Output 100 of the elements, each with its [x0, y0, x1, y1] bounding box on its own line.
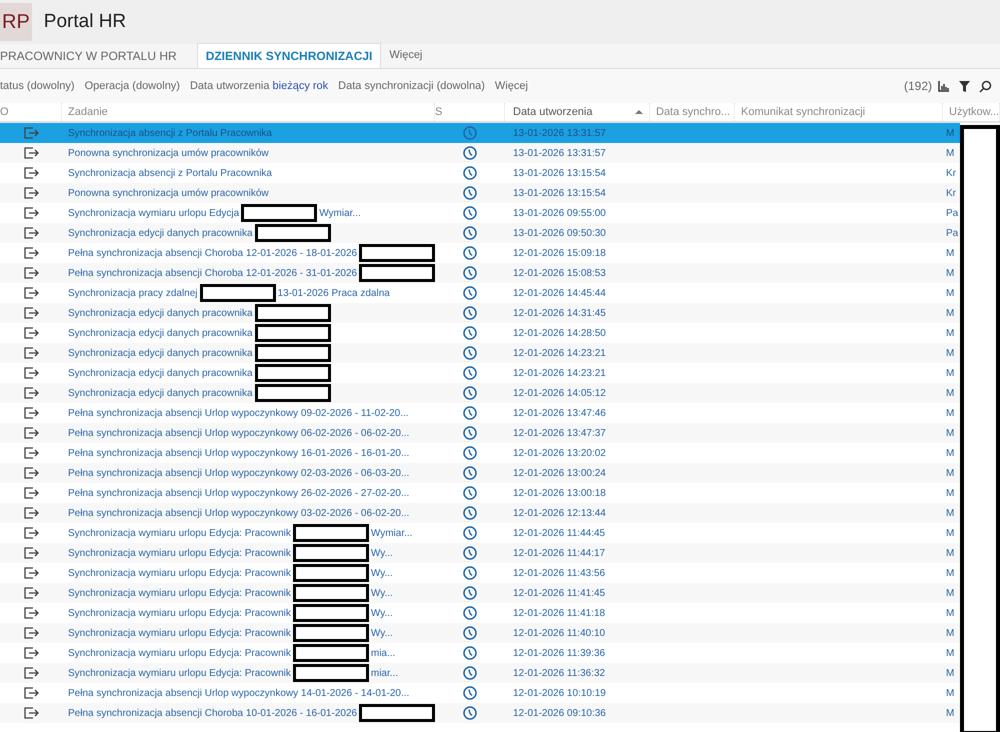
filter-button[interactable]: tatus (dowolny) — [0, 78, 75, 94]
clock-icon — [463, 246, 477, 260]
clock-icon — [463, 606, 477, 620]
clock-icon — [463, 346, 477, 360]
task-name: Synchronizacja edycji danych pracownika — [68, 366, 253, 380]
export-icon — [23, 307, 39, 319]
filter-button[interactable]: Data utworzenia bieżący rok — [190, 78, 328, 94]
user-name: M — [946, 528, 954, 538]
table-row[interactable]: Pełna synchronizacja absencji Choroba 10-01-2026 - 16-01-2026 12-01-2026 09:10:36 M — [0, 703, 960, 723]
export-icon — [23, 147, 39, 159]
export-icon — [23, 707, 39, 719]
table-row[interactable]: Ponowna synchronizacja umów pracowników 13-01-2026 13:15:54 Kr — [0, 183, 960, 203]
column-header[interactable]: Komunikat synchronizacji — [735, 103, 943, 121]
task-name: Synchronizacja edycji danych pracownika — [68, 346, 253, 360]
export-icon — [23, 347, 39, 359]
filter-icon[interactable] — [958, 80, 971, 92]
task-name: Synchronizacja wymiaru urlopu Edycja: Pracownik — [68, 606, 291, 620]
table-row[interactable]: Pełna synchronizacja absencji Urlop wypoczynkowy 02-03-2026 - 06-03-20... 12-01-2026 13:00:24 M — [0, 463, 960, 483]
table-row[interactable]: Synchronizacja absencji z Portalu Pracownika 13-01-2026 13:31:57 M — [0, 123, 960, 143]
export-icon — [23, 287, 39, 299]
search-icon[interactable] — [979, 80, 992, 92]
export-icon — [23, 667, 39, 679]
clock-icon — [463, 566, 477, 580]
task-name: Wy... — [370, 586, 393, 600]
task-name: Wymiar... — [370, 526, 412, 540]
table-row[interactable]: Synchronizacja edycji danych pracownika 13-01-2026 09:50:30 Pa — [0, 223, 960, 243]
column-header[interactable]: Użytkow... — [943, 103, 1000, 121]
export-icon — [23, 487, 39, 499]
clock-icon — [463, 706, 477, 720]
created-date: 12-01-2026 11:36:32 — [513, 668, 606, 678]
task-name: Ponowna synchronizacja umów pracowników — [68, 146, 269, 160]
task-name: Synchronizacja edycji danych pracownika — [68, 306, 253, 320]
table-row[interactable]: Synchronizacja edycji danych pracownika 12-01-2026 14:05:12 M — [0, 383, 960, 403]
tab[interactable]: PRACOWNICY W PORTALU HR — [0, 43, 197, 68]
table-row[interactable]: Pełna synchronizacja absencji Urlop wypoczynkowy 06-02-2026 - 06-02-20... 12-01-2026 13:47:37 M — [0, 423, 960, 443]
user-name: M — [946, 388, 954, 398]
created-date: 12-01-2026 11:43:56 — [513, 568, 606, 578]
export-icon — [23, 387, 39, 399]
table-row[interactable]: Synchronizacja wymiaru urlopu Edycja: Pracownik Wy... 12-01-2026 11:40:10 M — [0, 623, 960, 643]
task-name: Synchronizacja wymiaru urlopu Edycja: Pracownik — [68, 586, 291, 600]
created-date: 12-01-2026 14:45:44 — [513, 288, 606, 298]
clock-icon — [463, 406, 477, 420]
clock-icon — [463, 666, 477, 680]
user-name: M — [946, 268, 954, 278]
table-row[interactable]: Pełna synchronizacja absencji Choroba 12-01-2026 - 31-01-2026 12-01-2026 15:08:53 M — [0, 263, 960, 283]
task-name: Synchronizacja wymiaru urlopu Edycja: Pracownik — [68, 526, 291, 540]
column-header[interactable]: S — [435, 103, 505, 121]
created-date: 12-01-2026 12:13:44 — [513, 508, 606, 518]
created-date: 12-01-2026 15:09:18 — [513, 248, 606, 258]
clock-icon — [463, 646, 477, 660]
column-header[interactable]: Data synchro... — [650, 103, 735, 121]
export-icon — [23, 567, 39, 579]
export-icon — [23, 447, 39, 459]
task-name: Pełna synchronizacja absencji Choroba 12-01-2026 - 18-01-2026 — [68, 246, 358, 260]
created-date: 12-01-2026 11:39:36 — [513, 648, 606, 658]
export-icon — [23, 327, 39, 339]
export-icon — [23, 247, 39, 259]
table-row[interactable]: Synchronizacja wymiaru urlopu Edycja: Pracownik Wy... 12-01-2026 11:41:45 M — [0, 583, 960, 603]
column-header[interactable]: Data utworzenia — [505, 103, 650, 121]
column-header[interactable]: O — [0, 103, 62, 121]
created-date: 12-01-2026 15:08:53 — [513, 268, 606, 278]
user-name: Pa — [946, 228, 958, 238]
created-date: 12-01-2026 14:23:21 — [513, 368, 606, 378]
table-row[interactable]: Synchronizacja wymiaru urlopu Edycja: Pracownik miar... 12-01-2026 11:36:32 M — [0, 663, 960, 683]
export-icon — [23, 407, 39, 419]
table-row[interactable]: Synchronizacja edycji danych pracownika 12-01-2026 14:23:21 M — [0, 343, 960, 363]
task-name: Pełna synchronizacja absencji Urlop wypoczynkowy 14-01-2026 - 14-01-20... — [68, 686, 410, 700]
task-name: Pełna synchronizacja absencji Urlop wypoczynkowy 03-02-2026 - 06-02-20... — [68, 506, 410, 520]
task-name: Pełna synchronizacja absencji Urlop wypoczynkowy 26-02-2026 - 27-02-20... — [68, 486, 410, 500]
user-name: M — [946, 548, 954, 558]
user-name: M — [946, 328, 954, 338]
task-name: Pełna synchronizacja absencji Choroba 10-01-2026 - 16-01-2026 — [68, 706, 358, 720]
user-name: M — [946, 708, 954, 718]
table-row[interactable]: Ponowna synchronizacja umów pracowników 13-01-2026 13:31:57 M — [0, 143, 960, 163]
task-name: Ponowna synchronizacja umów pracowników — [68, 186, 269, 200]
created-date: 12-01-2026 14:05:12 — [513, 388, 606, 398]
column-header[interactable]: Zadanie — [62, 103, 435, 121]
task-name: Wy... — [370, 566, 393, 580]
filter-button[interactable]: Więcej — [494, 78, 528, 94]
filter-button[interactable]: Data synchronizacji (dowolna) — [338, 78, 485, 94]
tab[interactable]: DZIENNIK SYNCHRONIZACJI — [196, 43, 382, 68]
export-icon — [23, 647, 39, 659]
table-row[interactable]: Synchronizacja edycji danych pracownika 12-01-2026 14:31:45 M — [0, 303, 960, 323]
clock-icon — [463, 306, 477, 320]
filter-button[interactable]: Operacja (dowolny) — [84, 78, 180, 94]
tab[interactable]: Więcej — [381, 43, 430, 68]
chart-icon[interactable] — [938, 80, 950, 92]
user-name: M — [946, 608, 954, 618]
user-name: M — [946, 508, 954, 518]
app-logo: RP — [0, 3, 32, 41]
clock-icon — [463, 226, 477, 240]
created-date: 12-01-2026 13:00:18 — [513, 488, 606, 498]
export-icon — [23, 627, 39, 639]
task-name: Pełna synchronizacja absencji Choroba 12-01-2026 - 31-01-2026 — [68, 266, 358, 280]
clock-icon — [463, 586, 477, 600]
clock-icon — [463, 366, 477, 380]
clock-icon — [463, 146, 477, 160]
table-row[interactable]: Synchronizacja wymiaru urlopu Edycja: Pracownik Wy... 12-01-2026 11:44:17 M — [0, 543, 960, 563]
user-name: M — [946, 688, 954, 698]
table-row[interactable]: Pełna synchronizacja absencji Urlop wypoczynkowy 03-02-2026 - 06-02-20... 12-01-2026 12:13:44 M — [0, 503, 960, 523]
